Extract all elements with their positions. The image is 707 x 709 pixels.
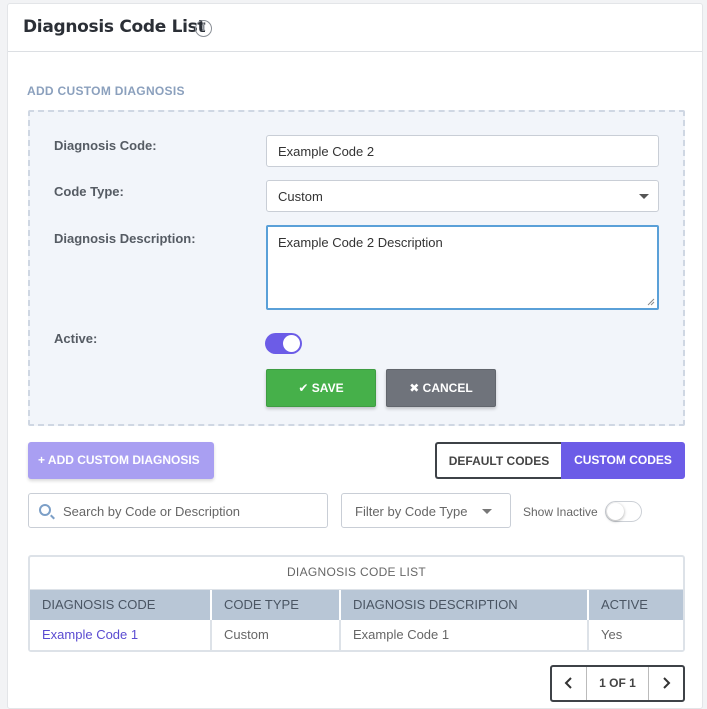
card-header: Diagnosis Code List i	[8, 4, 702, 52]
column-header-diagnosis-code[interactable]: DIAGNOSIS CODE	[30, 590, 212, 620]
code-type-cell: Custom	[212, 620, 341, 650]
toggle-knob	[607, 503, 624, 520]
column-header-code-type[interactable]: CODE TYPE	[212, 590, 341, 620]
diagnosis-code-label: Diagnosis Code:	[54, 138, 157, 153]
add-custom-diagnosis-heading: ADD CUSTOM DIAGNOSIS	[27, 84, 185, 98]
toggle-knob	[283, 335, 300, 352]
diagnosis-code-list-card: Diagnosis Code List i ADD CUSTOM DIAGNOS…	[7, 3, 703, 709]
column-header-active[interactable]: ACTIVE	[589, 590, 683, 620]
search-placeholder: Search by Code or Description	[63, 504, 241, 519]
chevron-right-icon	[663, 677, 671, 689]
custom-codes-tab[interactable]: CUSTOM CODES	[561, 442, 685, 479]
diagnosis-description-textarea[interactable]: Example Code 2 Description	[266, 225, 659, 310]
search-input[interactable]: Search by Code or Description	[28, 493, 328, 528]
active-cell: Yes	[601, 627, 623, 642]
diagnosis-description-value: Example Code 2 Description	[278, 235, 443, 250]
default-codes-tab[interactable]: DEFAULT CODES	[435, 442, 561, 479]
diagnosis-code-input[interactable]: Example Code 2	[266, 135, 659, 167]
save-button[interactable]: ✔ SAVE	[266, 369, 376, 407]
table-row: Example Code 1 Custom Example Code 1 Yes	[30, 620, 683, 650]
diagnosis-code-table: DIAGNOSIS CODE LIST DIAGNOSIS CODE CODE …	[28, 555, 685, 652]
show-inactive-toggle[interactable]	[605, 501, 642, 522]
next-page-button[interactable]	[648, 667, 683, 700]
cancel-button[interactable]: ✖ CANCEL	[386, 369, 496, 407]
diagnosis-code-link[interactable]: Example Code 1	[30, 620, 212, 650]
table-caption: DIAGNOSIS CODE LIST	[30, 557, 683, 590]
add-custom-diagnosis-button[interactable]: + ADD CUSTOM DIAGNOSIS	[28, 442, 214, 479]
code-type-selected-value: Custom	[278, 189, 323, 204]
chevron-left-icon	[564, 677, 572, 689]
page-indicator: 1 OF 1	[599, 676, 636, 690]
previous-page-button[interactable]	[552, 667, 587, 700]
resize-grip-icon[interactable]	[647, 298, 655, 306]
column-header-diagnosis-description[interactable]: DIAGNOSIS DESCRIPTION	[341, 590, 589, 620]
page-title: Diagnosis Code List	[23, 17, 206, 37]
add-diagnosis-form: Diagnosis Code: Example Code 2 Code Type…	[28, 110, 685, 426]
code-type-filter-select[interactable]: Filter by Code Type	[341, 493, 511, 528]
active-label: Active:	[54, 331, 98, 346]
code-type-filter-label: Filter by Code Type	[355, 504, 468, 519]
caret-down-icon	[639, 194, 649, 199]
caret-down-icon	[482, 509, 492, 514]
pagination: 1 OF 1	[550, 665, 685, 702]
code-type-label: Code Type:	[54, 184, 124, 199]
diagnosis-description-cell: Example Code 1	[341, 620, 589, 650]
diagnosis-description-label: Diagnosis Description:	[54, 231, 196, 246]
search-icon	[39, 504, 51, 516]
active-toggle[interactable]	[265, 333, 302, 354]
table-header-row: DIAGNOSIS CODE CODE TYPE DIAGNOSIS DESCR…	[30, 590, 683, 620]
show-inactive-label: Show Inactive	[523, 505, 598, 519]
code-type-select[interactable]: Custom	[266, 180, 659, 212]
info-icon[interactable]: i	[195, 20, 212, 37]
